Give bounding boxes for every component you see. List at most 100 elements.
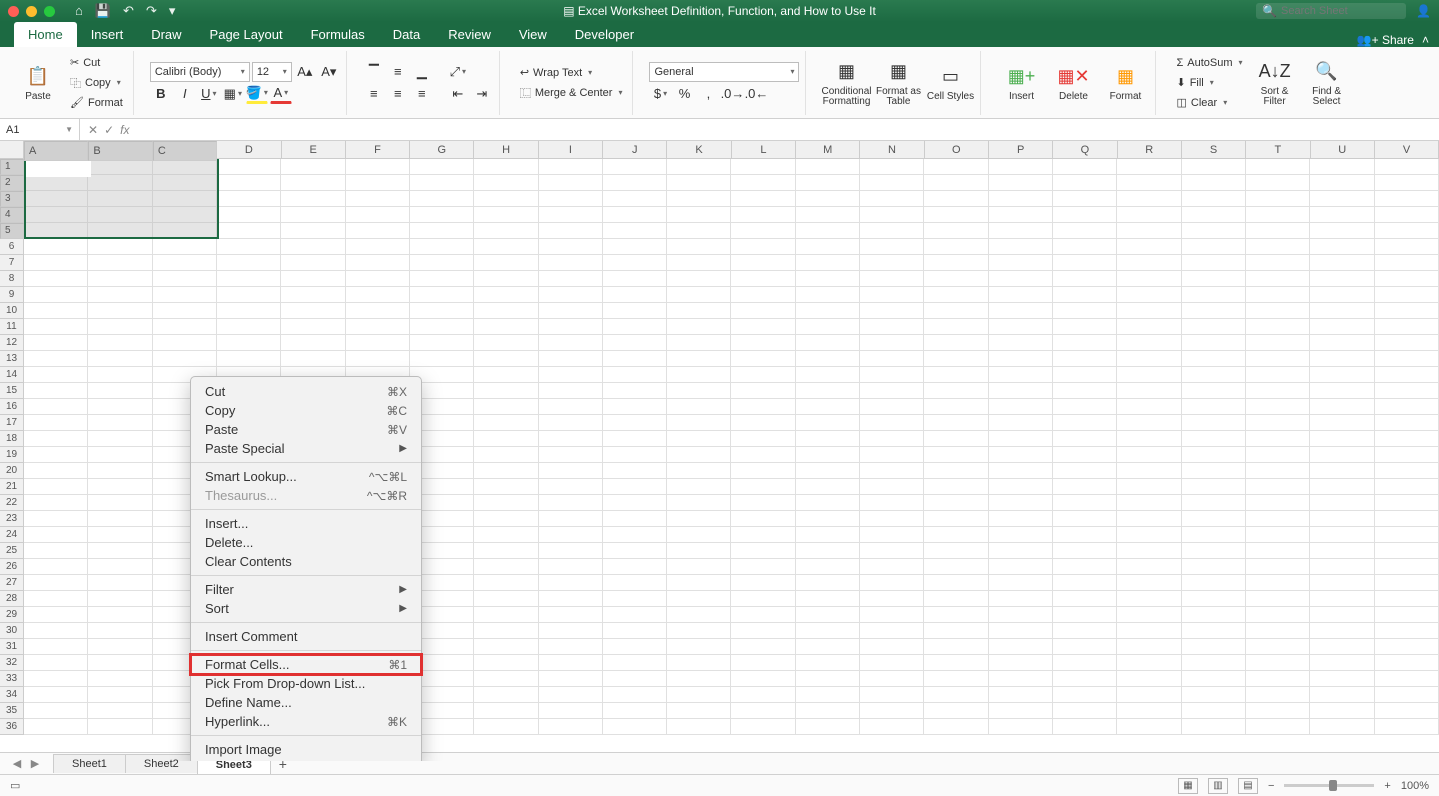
cell[interactable] [731, 287, 795, 303]
context-menu-item[interactable]: Delete... [191, 533, 421, 552]
cell[interactable] [281, 255, 345, 271]
column-header[interactable]: A [24, 141, 88, 161]
cell[interactable] [924, 591, 988, 607]
cell[interactable] [924, 431, 988, 447]
cell[interactable] [667, 191, 731, 207]
cell[interactable] [539, 239, 603, 255]
row-header[interactable]: 31 [0, 639, 24, 655]
cell[interactable] [1053, 399, 1117, 415]
cell[interactable] [1310, 671, 1374, 687]
cell[interactable] [1246, 303, 1310, 319]
cell[interactable] [88, 655, 152, 671]
cell[interactable] [1182, 511, 1246, 527]
cell[interactable] [924, 479, 988, 495]
cell[interactable] [1182, 687, 1246, 703]
cell[interactable] [539, 383, 603, 399]
cell[interactable] [88, 575, 152, 591]
cell[interactable] [1246, 239, 1310, 255]
cell[interactable] [860, 511, 924, 527]
cell[interactable] [796, 543, 860, 559]
cell[interactable] [1246, 207, 1310, 223]
font-name-select[interactable]: Calibri (Body)▾ [150, 62, 250, 82]
cell[interactable] [24, 415, 88, 431]
cell[interactable] [1246, 447, 1310, 463]
column-header[interactable]: N [860, 141, 924, 159]
cell[interactable] [1310, 639, 1374, 655]
cell[interactable] [474, 223, 538, 239]
cell[interactable] [1182, 175, 1246, 191]
cell[interactable] [731, 431, 795, 447]
cell[interactable] [796, 575, 860, 591]
cell[interactable] [796, 479, 860, 495]
fx-icon[interactable]: fx [120, 123, 129, 137]
cell[interactable] [24, 511, 88, 527]
cell[interactable] [667, 319, 731, 335]
cell[interactable] [731, 655, 795, 671]
cell[interactable] [989, 335, 1053, 351]
cell[interactable] [667, 255, 731, 271]
column-header[interactable]: E [282, 141, 346, 159]
cell[interactable] [603, 191, 667, 207]
row-header[interactable]: 13 [0, 351, 24, 367]
cell[interactable] [1375, 191, 1439, 207]
cell[interactable] [731, 207, 795, 223]
row-header[interactable]: 17 [0, 415, 24, 431]
cell[interactable] [1117, 335, 1181, 351]
cell[interactable] [860, 223, 924, 239]
cell[interactable] [989, 479, 1053, 495]
cell[interactable] [860, 239, 924, 255]
cell[interactable] [796, 447, 860, 463]
cell[interactable] [603, 479, 667, 495]
cell[interactable] [474, 639, 538, 655]
cell[interactable] [474, 591, 538, 607]
cell[interactable] [1053, 639, 1117, 655]
cell[interactable] [603, 447, 667, 463]
cell[interactable] [24, 271, 88, 287]
cell[interactable] [924, 383, 988, 399]
cell[interactable] [1117, 351, 1181, 367]
cell[interactable] [410, 271, 474, 287]
cell[interactable] [796, 159, 860, 175]
row-header[interactable]: 16 [0, 399, 24, 415]
cell[interactable] [1310, 511, 1374, 527]
autosum-button[interactable]: ΣAutoSum▾ [1172, 54, 1246, 72]
column-header[interactable]: U [1311, 141, 1375, 159]
cell[interactable] [989, 623, 1053, 639]
cell[interactable] [989, 575, 1053, 591]
name-box[interactable]: A1▼ [0, 119, 80, 140]
cell[interactable] [989, 639, 1053, 655]
decrease-font-button[interactable]: A▾ [318, 62, 340, 82]
cell[interactable] [796, 303, 860, 319]
cut-button[interactable]: ✂Cut [66, 54, 127, 72]
cell[interactable] [924, 415, 988, 431]
cell[interactable] [474, 319, 538, 335]
cell[interactable] [1053, 191, 1117, 207]
row-header[interactable]: 33 [0, 671, 24, 687]
row-header[interactable]: 35 [0, 703, 24, 719]
cell[interactable] [1310, 479, 1374, 495]
cell[interactable] [1375, 447, 1439, 463]
cell[interactable] [217, 175, 281, 191]
cell[interactable] [24, 719, 88, 735]
cell[interactable] [1053, 351, 1117, 367]
cell[interactable] [603, 255, 667, 271]
column-header[interactable]: P [989, 141, 1053, 159]
cell[interactable] [603, 623, 667, 639]
cell[interactable] [924, 623, 988, 639]
cell[interactable] [539, 527, 603, 543]
cell[interactable] [603, 671, 667, 687]
user-icon[interactable]: 👤 [1416, 4, 1431, 18]
align-left-button[interactable]: ≡ [363, 84, 385, 104]
cell[interactable] [88, 271, 152, 287]
currency-button[interactable]: $▾ [649, 84, 671, 104]
cell[interactable] [1053, 527, 1117, 543]
cell[interactable] [410, 351, 474, 367]
cell[interactable] [539, 719, 603, 735]
cell[interactable] [474, 511, 538, 527]
cell[interactable] [1053, 591, 1117, 607]
cell[interactable] [1310, 415, 1374, 431]
cell[interactable] [796, 223, 860, 239]
align-center-button[interactable]: ≡ [387, 84, 409, 104]
cell[interactable] [1182, 527, 1246, 543]
cell[interactable] [1310, 271, 1374, 287]
